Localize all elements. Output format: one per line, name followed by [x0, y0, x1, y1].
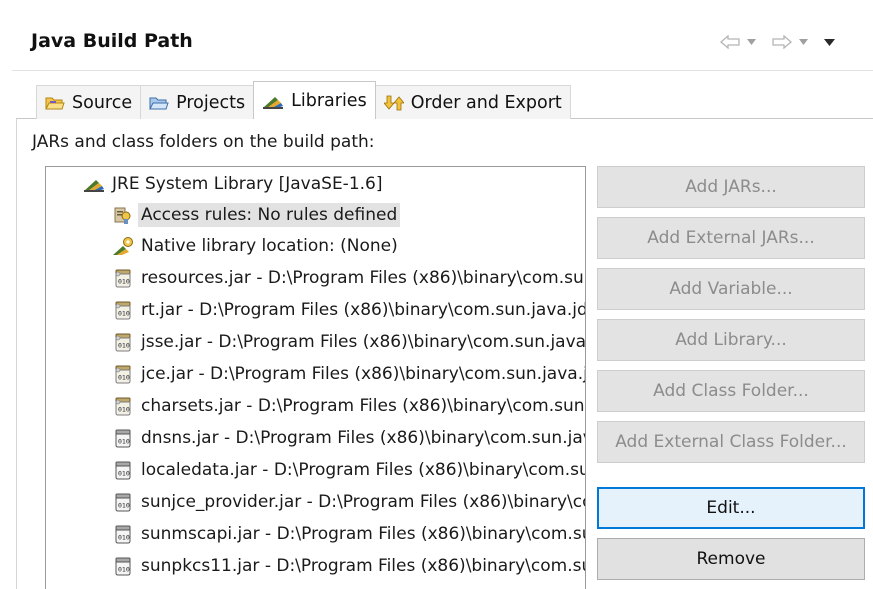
- forward-dropdown-icon[interactable]: [799, 39, 808, 45]
- tab-libraries-label: Libraries: [291, 90, 367, 111]
- tree-item-label: localedata.jar - D:\Program Files (x86)\…: [141, 460, 586, 480]
- add-jars-button[interactable]: Add JARs...: [597, 166, 865, 208]
- jar-icon: 010: [112, 427, 134, 449]
- tree-item-label: sunmscapi.jar - D:\Program Files (x86)\b…: [141, 524, 586, 544]
- jar-source-icon: 010: [112, 395, 134, 417]
- tree-item-jar[interactable]: 010 charsets.jar - D:\Program Files (x86…: [112, 391, 585, 421]
- access-rules-icon: [112, 204, 134, 226]
- tab-order-and-export-label: Order and Export: [410, 92, 562, 113]
- svg-text:010: 010: [118, 278, 130, 286]
- tree-item-label: rt.jar - D:\Program Files (x86)\binary\c…: [141, 300, 586, 320]
- jar-icon: 010: [112, 523, 134, 545]
- page-title: Java Build Path: [31, 30, 193, 52]
- tree-item-jar[interactable]: 010 rt.jar - D:\Program Files (x86)\bina…: [112, 295, 586, 325]
- add-class-folder-button[interactable]: Add Class Folder...: [597, 370, 865, 412]
- svg-text:010: 010: [118, 374, 130, 382]
- jar-icon: 010: [112, 555, 134, 577]
- svg-text:010: 010: [118, 502, 130, 510]
- section-label: JARs and class folders on the build path…: [32, 132, 375, 152]
- jar-icon: 010: [112, 491, 134, 513]
- tab-source-label: Source: [72, 92, 133, 113]
- tab-libraries[interactable]: Libraries: [253, 81, 376, 119]
- view-menu-icon: [824, 38, 835, 46]
- tree-item-label: charsets.jar - D:\Program Files (x86)\bi…: [141, 396, 585, 416]
- tree-item-jar[interactable]: 010 localedata.jar - D:\Program Files (x…: [112, 455, 586, 485]
- tree-item-jar[interactable]: 010 resources.jar - D:\Program Files (x8…: [112, 263, 585, 293]
- jar-source-icon: 010: [112, 331, 134, 353]
- back-dropdown-icon[interactable]: [747, 39, 756, 45]
- add-external-class-folder-button[interactable]: Add External Class Folder...: [597, 421, 865, 463]
- tree-item-jar[interactable]: 010 jsse.jar - D:\Program Files (x86)\bi…: [112, 327, 586, 357]
- tab-projects-label: Projects: [176, 92, 246, 113]
- jar-source-icon: 010: [112, 363, 134, 385]
- jar-source-icon: 010: [112, 299, 134, 321]
- tab-order-and-export[interactable]: Order and Export: [374, 85, 571, 119]
- svg-text:010: 010: [118, 438, 130, 446]
- jar-icon: 010: [112, 459, 134, 481]
- svg-text:010: 010: [118, 566, 130, 574]
- tree-item-label: Access rules: No rules defined: [138, 203, 401, 227]
- tree-item-label: JRE System Library [JavaSE-1.6]: [112, 174, 383, 194]
- back-button[interactable]: [720, 35, 756, 49]
- edit-button[interactable]: Edit...: [597, 487, 865, 529]
- projects-folder-icon: [149, 95, 169, 111]
- tree-item-label: jce.jar - D:\Program Files (x86)\binary\…: [141, 364, 585, 384]
- tree-item-jar[interactable]: 010 dnsns.jar - D:\Program Files (x86)\b…: [112, 423, 585, 453]
- add-variable-button[interactable]: Add Variable...: [597, 268, 865, 310]
- tree-item-label: jsse.jar - D:\Program Files (x86)\binary…: [141, 332, 586, 352]
- tree-item-jar[interactable]: 010 sunmscapi.jar - D:\Program Files (x8…: [112, 519, 586, 549]
- tree-item-label: dnsns.jar - D:\Program Files (x86)\binar…: [141, 428, 585, 448]
- tab-bar: Source Projects Libraries Order and Expo…: [36, 81, 571, 119]
- forward-button[interactable]: [772, 35, 808, 49]
- tab-projects[interactable]: Projects: [140, 85, 255, 119]
- svg-text:010: 010: [118, 342, 130, 350]
- view-menu-button[interactable]: [824, 38, 835, 46]
- svg-text:010: 010: [118, 534, 130, 542]
- tree-item-label: sunjce_provider.jar - D:\Program Files (…: [141, 492, 585, 512]
- svg-text:010: 010: [118, 310, 130, 318]
- tree-item-jre-system-library[interactable]: JRE System Library [JavaSE-1.6]: [83, 169, 383, 199]
- tree-item-label: resources.jar - D:\Program Files (x86)\b…: [141, 268, 585, 288]
- native-library-icon: [112, 235, 134, 257]
- remove-button[interactable]: Remove: [597, 538, 865, 580]
- tab-source[interactable]: Source: [36, 85, 142, 119]
- header-divider: [12, 70, 873, 71]
- tree-item-jar[interactable]: 010 jce.jar - D:\Program Files (x86)\bin…: [112, 359, 585, 389]
- forward-arrow-icon: [772, 35, 792, 49]
- libraries-icon: [262, 93, 284, 109]
- add-external-jars-button[interactable]: Add External JARs...: [597, 217, 865, 259]
- tree-item-access-rules[interactable]: Access rules: No rules defined: [112, 200, 401, 230]
- tree-item-jar[interactable]: 010 sunpkcs11.jar - D:\Program Files (x8…: [112, 551, 586, 581]
- build-path-tree[interactable]: JRE System Library [JavaSE-1.6] Access r…: [45, 166, 586, 589]
- tree-item-jar[interactable]: 010 sunjce_provider.jar - D:\Program Fil…: [112, 487, 585, 517]
- tree-item-native-library-location[interactable]: Native library location: (None): [112, 231, 398, 261]
- source-folder-icon: [45, 95, 65, 111]
- order-export-icon: [383, 94, 404, 112]
- tree-item-label: Native library location: (None): [141, 236, 398, 256]
- svg-text:010: 010: [118, 406, 130, 414]
- back-arrow-icon: [720, 35, 740, 49]
- library-icon: [83, 173, 105, 195]
- tree-item-label: sunpkcs11.jar - D:\Program Files (x86)\b…: [141, 556, 586, 576]
- header: Java Build Path: [0, 0, 873, 72]
- svg-text:010: 010: [118, 470, 130, 478]
- navigation-controls: [720, 30, 870, 54]
- jar-source-icon: 010: [112, 267, 134, 289]
- add-library-button[interactable]: Add Library...: [597, 319, 865, 361]
